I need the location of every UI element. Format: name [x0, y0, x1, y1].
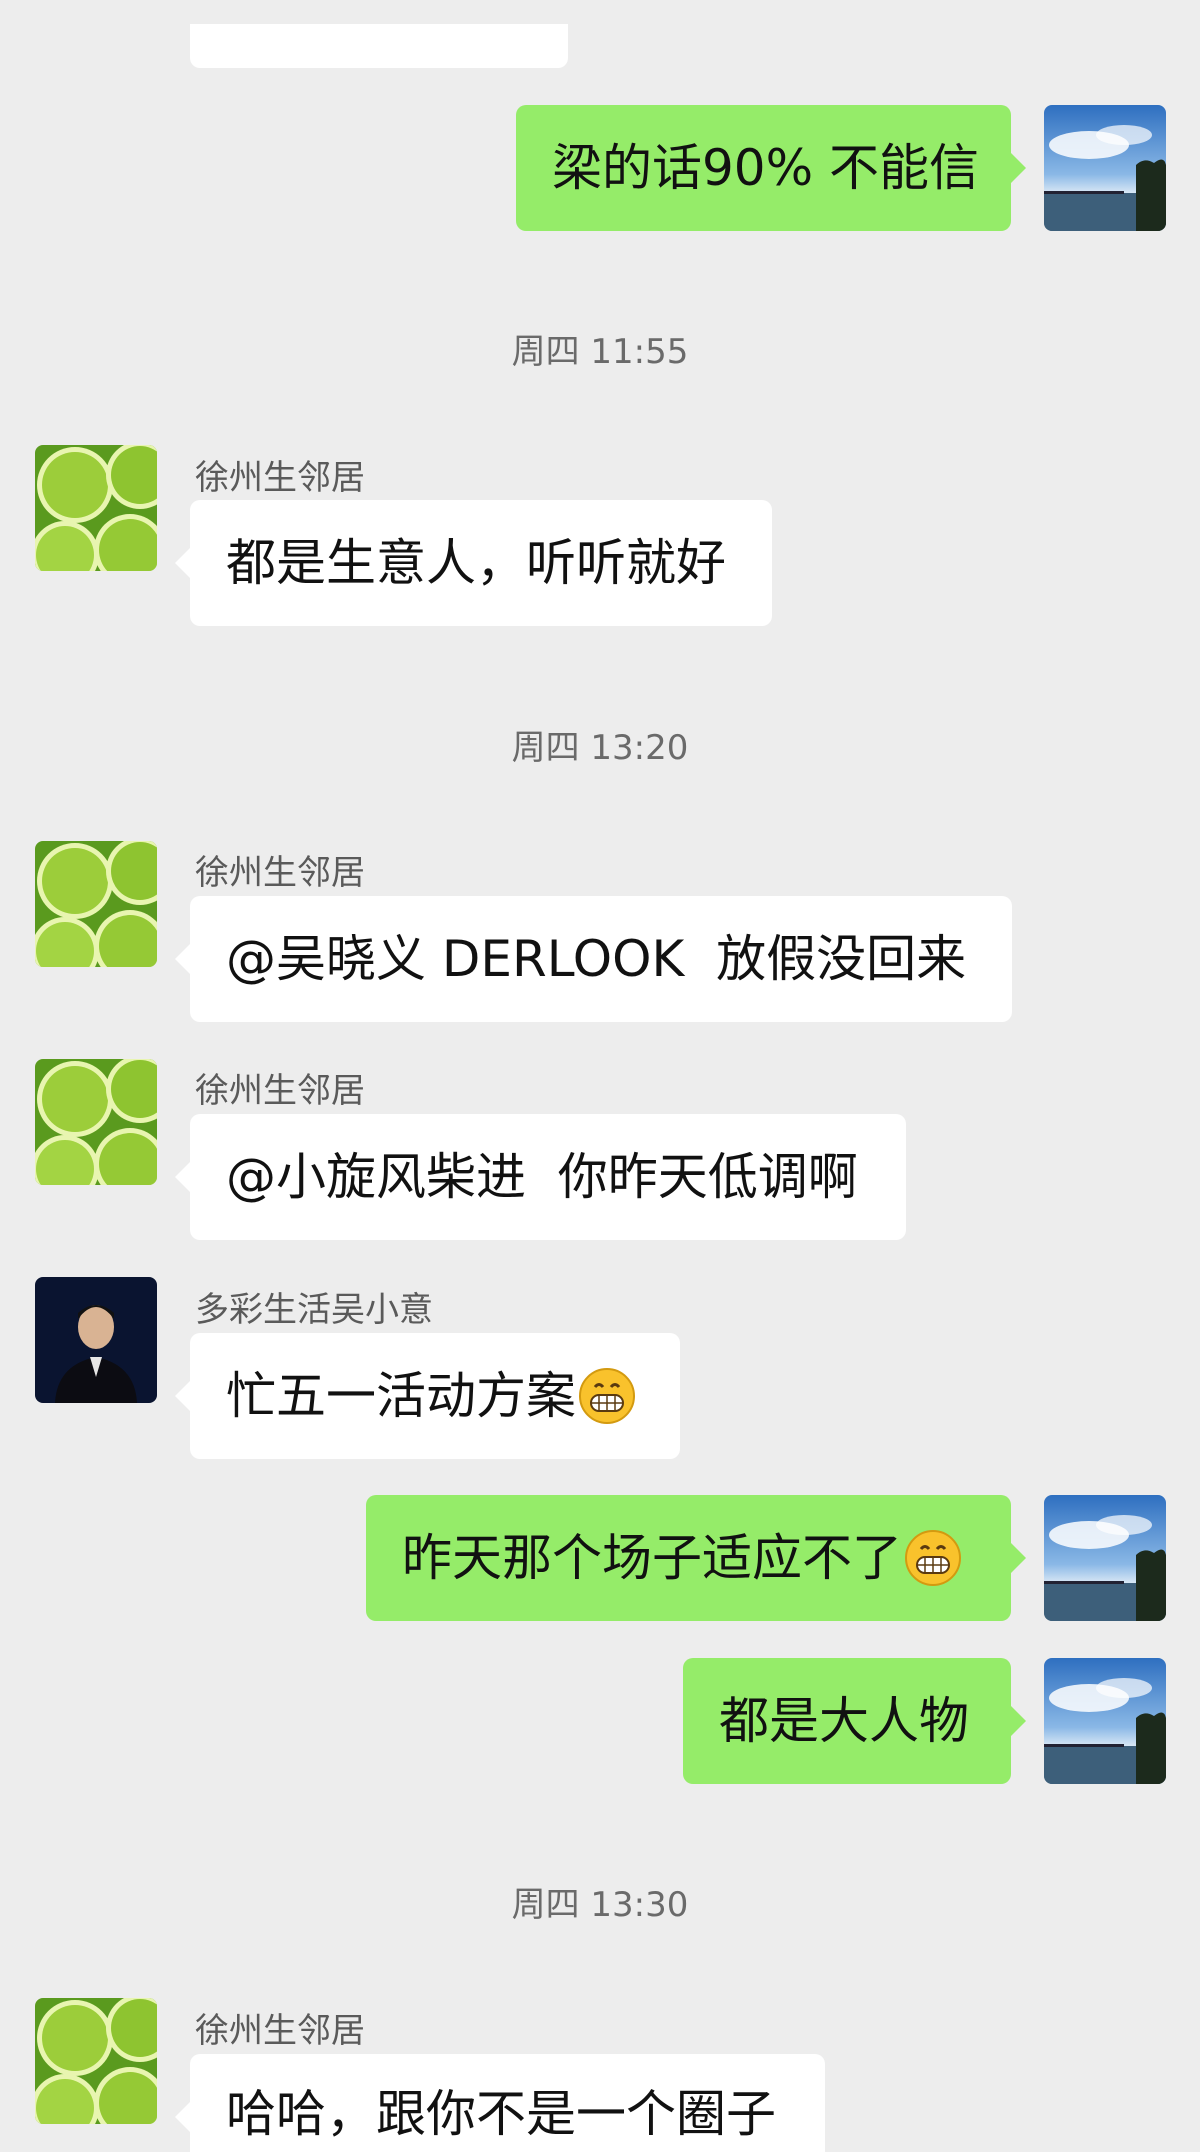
sender-name: 多彩生活吴小意	[195, 1290, 433, 1330]
sender-name: 徐州生邻居	[195, 853, 365, 893]
message-text: 哈哈，跟你不是一个圈子	[226, 2085, 776, 2143]
chat-message-list[interactable]: 梁的话90% 不能信 周四 11:55 徐州生邻居 都是生意人，听听就好 周四 …	[0, 0, 1200, 2152]
timestamp: 周四 13:30	[511, 1885, 689, 1925]
self-avatar[interactable]	[1044, 105, 1166, 231]
self-avatar[interactable]	[1044, 1658, 1166, 1784]
man-in-suit-avatar[interactable]	[35, 1277, 157, 1403]
timestamp: 周四 13:20	[511, 728, 689, 768]
incoming-message-bubble[interactable]: 都是生意人，听听就好	[175, 500, 772, 626]
sender-name: 徐州生邻居	[195, 2011, 365, 2051]
incoming-message-bubble[interactable]: 哈哈，跟你不是一个圈子	[175, 2054, 825, 2152]
grinning-face-emoji	[578, 1367, 636, 1425]
partial-message-bubble	[190, 24, 568, 68]
message-text: 都是生意人，听听就好	[226, 534, 726, 592]
lime-slices-avatar[interactable]	[35, 841, 157, 967]
outgoing-message-bubble[interactable]: 都是大人物	[683, 1658, 1026, 1784]
message-text: @吴晓义 DERLOOK 放假没回来	[226, 930, 967, 988]
outgoing-message-bubble[interactable]: 昨天那个场子适应不了	[366, 1495, 1026, 1621]
sender-name: 徐州生邻居	[195, 1071, 365, 1111]
message-text: 都是大人物	[719, 1692, 969, 1750]
timestamp: 周四 11:55	[511, 332, 689, 372]
sender-name: 徐州生邻居	[195, 458, 365, 498]
incoming-message-bubble[interactable]: 忙五一活动方案	[175, 1333, 680, 1459]
incoming-message-bubble[interactable]: @小旋风柴进 你昨天低调啊	[175, 1114, 906, 1240]
message-text: @小旋风柴进 你昨天低调啊	[226, 1148, 858, 1206]
message-text: 昨天那个场子适应不了	[402, 1529, 902, 1587]
self-avatar[interactable]	[1044, 1495, 1166, 1621]
message-text: 忙五一活动方案	[226, 1367, 576, 1425]
lime-slices-avatar[interactable]	[35, 1998, 157, 2124]
lime-slices-avatar[interactable]	[35, 445, 157, 571]
lime-slices-avatar[interactable]	[35, 1059, 157, 1185]
incoming-message-bubble[interactable]: @吴晓义 DERLOOK 放假没回来	[175, 896, 1012, 1022]
message-text: 梁的话90% 不能信	[552, 139, 980, 197]
grinning-face-emoji	[904, 1529, 962, 1587]
outgoing-message-bubble[interactable]: 梁的话90% 不能信	[516, 105, 1026, 231]
